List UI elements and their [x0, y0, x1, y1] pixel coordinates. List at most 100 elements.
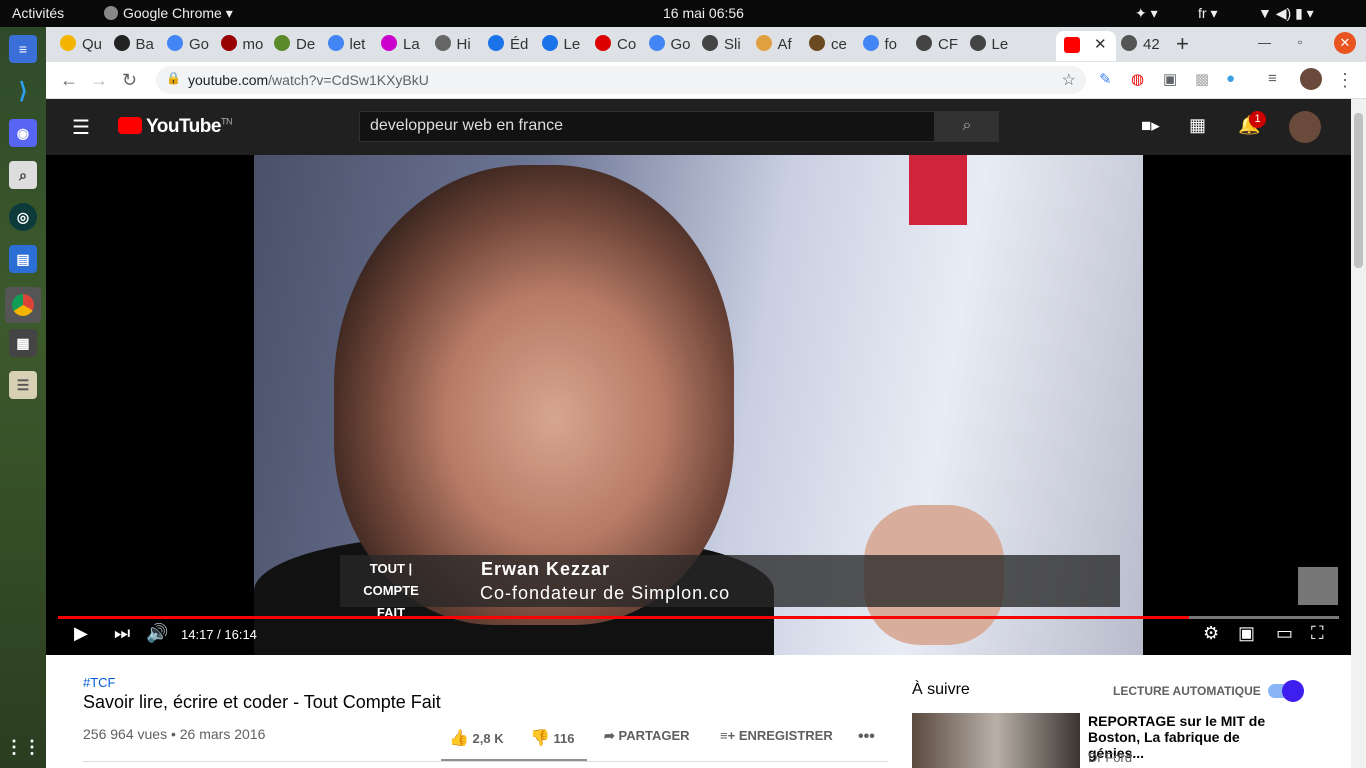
- extension-icon-2[interactable]: ▣: [1163, 70, 1177, 88]
- forward-icon[interactable]: →: [90, 70, 108, 91]
- search-app-icon[interactable]: ⌕: [9, 161, 37, 189]
- tab-favicon: [1121, 35, 1137, 51]
- scrollbar-thumb[interactable]: [1354, 113, 1363, 268]
- tab-active-youtube[interactable]: ✕: [1056, 31, 1116, 61]
- next-icon[interactable]: ⏭: [114, 623, 130, 644]
- hashtag-link[interactable]: #TCF: [83, 675, 116, 690]
- tab-6[interactable]: La: [381, 35, 425, 57]
- tab-19[interactable]: 42: [1121, 35, 1165, 57]
- share-button[interactable]: ➦ PARTAGER: [604, 728, 690, 744]
- close-window-icon[interactable]: ✕: [1334, 32, 1356, 54]
- opera-extension-icon[interactable]: ◍: [1131, 70, 1144, 88]
- close-tab-icon[interactable]: ✕: [1094, 35, 1107, 53]
- maximize-icon[interactable]: ▫: [1298, 35, 1302, 57]
- tab-15[interactable]: fo: [862, 35, 907, 57]
- tab-favicon: [488, 35, 504, 51]
- youtube-logo[interactable]: YouTubeTN: [118, 116, 232, 138]
- clock[interactable]: 16 mai 06:56: [663, 5, 744, 21]
- extension-icon-4[interactable]: ●: [1226, 70, 1235, 87]
- menu-icon[interactable]: ☰: [72, 115, 90, 140]
- reload-icon[interactable]: ↻: [122, 70, 137, 91]
- activities-button[interactable]: Activités: [12, 5, 64, 21]
- divider: [83, 761, 888, 762]
- language-label: fr: [1198, 5, 1207, 21]
- document-icon[interactable]: ▤: [9, 245, 37, 273]
- up-next-heading: À suivre: [912, 681, 970, 698]
- tab-0[interactable]: Qu: [60, 35, 104, 57]
- tab-2[interactable]: Go: [167, 35, 211, 57]
- gitkraken-icon[interactable]: ◎: [9, 203, 37, 231]
- extension-icon-1[interactable]: ✎: [1099, 70, 1112, 88]
- apps-grid-icon[interactable]: ▦: [1189, 115, 1206, 136]
- search-button[interactable]: ⌕: [935, 111, 999, 142]
- minimize-icon[interactable]: —: [1258, 35, 1271, 57]
- language-indicator[interactable]: fr ▾: [1198, 5, 1217, 22]
- tab-1[interactable]: Ba: [113, 35, 158, 57]
- files-icon[interactable]: ≡: [9, 35, 37, 63]
- video-frame[interactable]: TOUT | COMPTE FAIT Erwan Kezzar Co-fondat…: [254, 155, 1143, 655]
- brand-label: YouTube: [146, 116, 221, 137]
- notification-badge: 1: [1249, 111, 1266, 128]
- tab-16[interactable]: CF: [916, 35, 960, 57]
- chrome-dock-icon[interactable]: [5, 287, 41, 323]
- save-label: ENREGISTRER: [738, 728, 833, 743]
- like-button[interactable]: 👍 2,8 K: [449, 728, 504, 748]
- theater-mode-icon[interactable]: ▭: [1276, 623, 1293, 644]
- tab-label: Hi: [456, 36, 471, 53]
- autoplay-toggle[interactable]: [1268, 680, 1304, 702]
- settings-icon[interactable]: ⚙: [1203, 623, 1219, 644]
- extension-icon-3[interactable]: ▩: [1195, 70, 1209, 88]
- tab-17[interactable]: Le: [969, 35, 1014, 57]
- vscode-icon[interactable]: ⟩: [9, 77, 37, 105]
- play-icon[interactable]: ▶: [74, 623, 88, 644]
- youtube-header: ☰ YouTubeTN developpeur web en france ⌕ …: [46, 99, 1351, 155]
- video-title: Savoir lire, écrire et coder - Tout Comp…: [83, 692, 441, 712]
- tab-11[interactable]: Go: [648, 35, 693, 57]
- view-count-date: 256 964 vues • 26 mars 2016: [83, 726, 266, 742]
- accessibility-icon[interactable]: ✦ ▾: [1135, 5, 1158, 22]
- create-video-icon[interactable]: ■▸: [1141, 116, 1160, 136]
- bookmark-star-icon[interactable]: ☆: [1062, 70, 1076, 90]
- chrome-menu-icon[interactable]: ⋮: [1336, 70, 1354, 91]
- volume-icon[interactable]: 🔊: [146, 623, 168, 644]
- media-icon[interactable]: ≡: [1268, 70, 1277, 87]
- progress-bar[interactable]: [58, 616, 1339, 619]
- profile-avatar[interactable]: [1300, 68, 1322, 90]
- search-input[interactable]: developpeur web en france: [359, 111, 935, 142]
- tab-8[interactable]: Éd: [488, 35, 532, 57]
- app-grid-icon[interactable]: ⋮⋮: [5, 733, 41, 761]
- tab-3[interactable]: mo: [220, 35, 265, 57]
- status-icons[interactable]: ▼ ◀) ▮ ▾: [1258, 5, 1314, 22]
- discord-icon[interactable]: ◉: [9, 119, 37, 147]
- show-logo: TOUT | COMPTE FAIT: [346, 558, 436, 620]
- dislike-button[interactable]: 👎 116: [530, 728, 575, 748]
- tab-label: Ba: [135, 36, 154, 53]
- more-actions-icon[interactable]: •••: [858, 728, 875, 746]
- recommended-thumbnail[interactable]: [912, 713, 1080, 768]
- notes-icon[interactable]: ☰: [9, 371, 37, 399]
- calculator-icon[interactable]: ▦: [9, 329, 37, 357]
- tab-9[interactable]: Le: [541, 35, 586, 57]
- tab-favicon: [434, 35, 451, 51]
- tab-5[interactable]: let: [327, 35, 372, 57]
- tab-13[interactable]: Af: [755, 35, 800, 57]
- miniplayer-icon[interactable]: ▣: [1238, 623, 1255, 644]
- omnibox[interactable]: 🔒 youtube.com/watch?v=CdSw1KXyBkU ☆: [156, 66, 1086, 94]
- app-menu[interactable]: Google Chrome ▾: [104, 5, 233, 22]
- tab-14[interactable]: ce: [809, 35, 853, 57]
- back-icon[interactable]: ←: [60, 70, 78, 91]
- recommended-channel[interactable]: Dr Ford: [1088, 750, 1132, 765]
- save-button[interactable]: ≡+ ENREGISTRER: [720, 728, 833, 743]
- tab-label: La: [403, 36, 420, 53]
- new-tab-button[interactable]: +: [1176, 31, 1189, 53]
- dock: ≡ ⟩ ◉ ⌕ ◎ ▤ ▦ ☰ ⋮⋮: [0, 27, 46, 768]
- channel-watermark[interactable]: [1298, 567, 1338, 605]
- page-scrollbar[interactable]: [1351, 99, 1366, 768]
- tab-12[interactable]: Sli: [702, 35, 746, 57]
- tab-4[interactable]: De: [274, 35, 318, 57]
- video-player[interactable]: TOUT | COMPTE FAIT Erwan Kezzar Co-fondat…: [46, 155, 1351, 655]
- user-avatar[interactable]: [1289, 111, 1321, 143]
- tab-10[interactable]: Co: [595, 35, 639, 57]
- fullscreen-icon[interactable]: ⛶: [1311, 623, 1324, 644]
- tab-7[interactable]: Hi: [434, 35, 479, 57]
